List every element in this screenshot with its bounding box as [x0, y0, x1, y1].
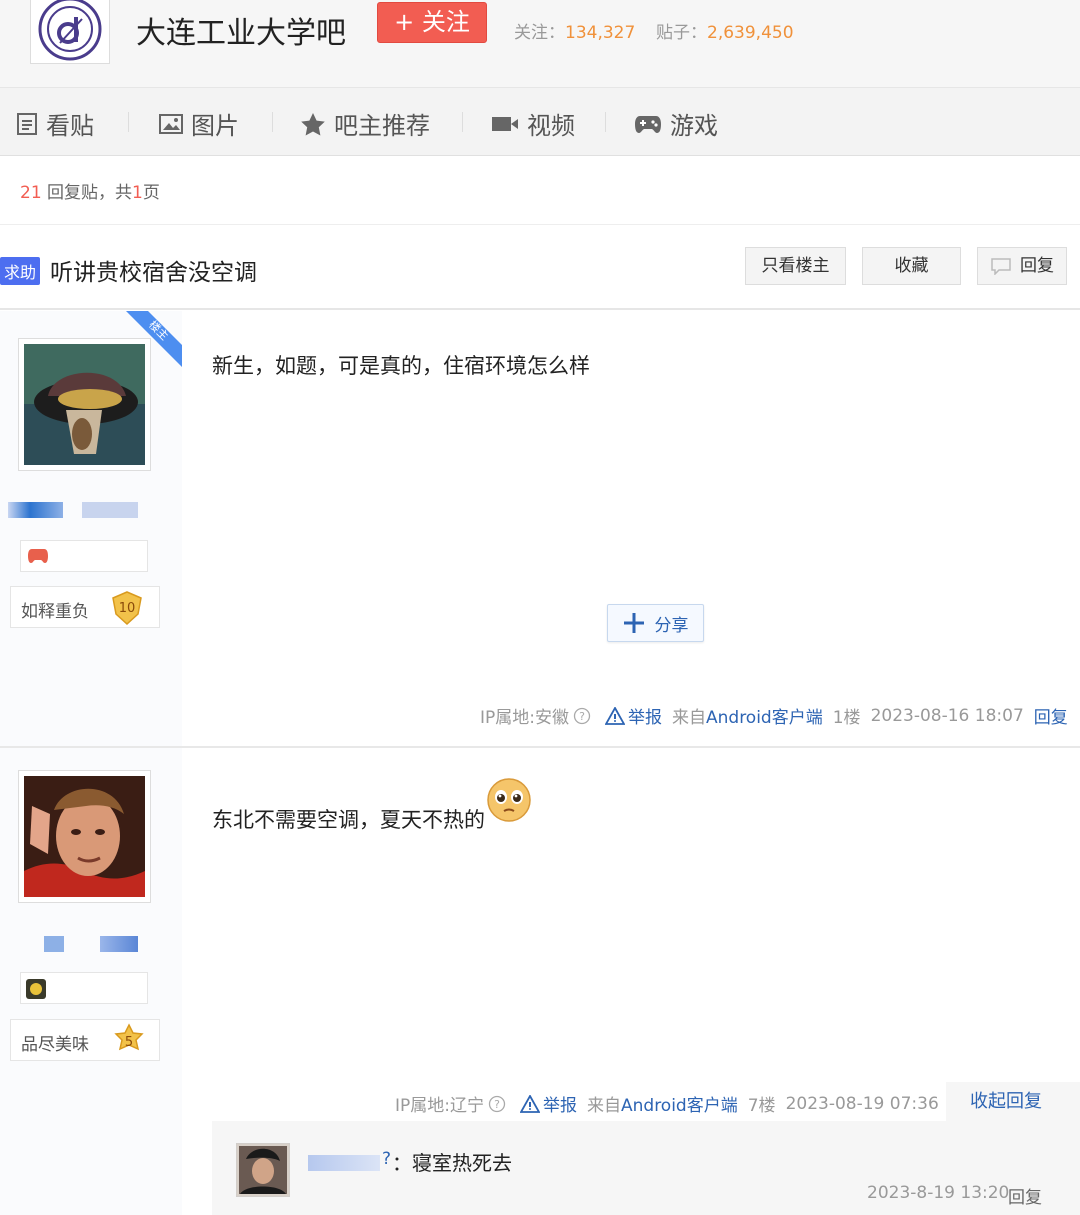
video-icon [492, 116, 518, 131]
post-1-meta: IP属地:安徽 ? 举报 来自 Android客户端 1楼 2023-08-16 … [480, 703, 1078, 729]
warning-icon [520, 1094, 540, 1113]
post-time: 2023-08-19 07:36 [785, 1093, 939, 1114]
post-1-level-box: 如释重负 10 [10, 586, 160, 628]
star-icon [301, 112, 325, 135]
image-icon [159, 113, 183, 134]
tab-games[interactable]: 游戏 [634, 106, 718, 141]
report-link[interactable]: 举报 [628, 703, 662, 728]
thread-header: 求助 听讲贵校宿舍没空调 只看楼主 收藏 回复 [0, 224, 1080, 310]
post-2-badge-box [20, 972, 148, 1004]
sub-reply-username-blurred[interactable] [308, 1155, 380, 1171]
source-link[interactable]: Android客户端 [621, 1091, 738, 1116]
post-1-reply-link[interactable]: 回复 [1034, 703, 1068, 728]
post-2-meta: IP属地:辽宁 ? 举报 来自 Android客户端 7楼 2023-08-19 … [395, 1091, 949, 1117]
post-time: 2023-08-16 18:07 [870, 705, 1024, 726]
posts-count: 2,639,450 [707, 23, 794, 43]
thread-title: 听讲贵校宿舍没空调 [50, 260, 257, 286]
reply-button[interactable]: 回复 [977, 247, 1067, 285]
tab-videos[interactable]: 视频 [491, 106, 575, 141]
tab-moderator-picks[interactable]: 吧主推荐 [300, 106, 430, 141]
collapse-replies-button[interactable]: 收起回复 [946, 1082, 1080, 1122]
floor-number: 1楼 [832, 708, 861, 728]
username-blurred-2 [82, 502, 138, 518]
document-icon [17, 112, 37, 135]
post-1-badge-box [20, 540, 148, 572]
sub-reply-reply-link[interactable]: 回复 [1008, 1183, 1042, 1208]
post-1-content: 新生，如题，可是真的，住宿环境怎么样 [212, 354, 590, 378]
help-tag: 求助 [0, 257, 41, 285]
followers-stat: 关注：134,327 [514, 23, 636, 43]
collect-button[interactable]: 收藏 [862, 247, 961, 285]
gamepad-icon [635, 115, 661, 133]
svg-text:?: ? [579, 710, 585, 723]
help-circle-icon[interactable]: ? [488, 1095, 506, 1113]
post-2-level-box: 品尽美味 5 [10, 1019, 160, 1061]
follow-button[interactable]: + 关注 [377, 2, 487, 43]
emoji-pleading-icon [487, 778, 531, 822]
svg-text:10: 10 [119, 601, 136, 616]
university-emblem-icon [38, 0, 102, 61]
username-blurred[interactable] [44, 936, 64, 952]
forum-nav: 看贴 图片 吧主推荐 视频 游戏 [0, 88, 1080, 156]
followers-count: 134,327 [565, 23, 636, 43]
forum-logo[interactable] [30, 0, 110, 64]
username-blurred[interactable] [8, 502, 63, 518]
sub-reply-avatar[interactable] [236, 1143, 290, 1197]
reply-summary: 21 回复贴，共1页 [20, 183, 160, 203]
share-button[interactable]: 分享 [607, 604, 704, 642]
sub-reply-time: 2023-8-19 13:20 [867, 1183, 1010, 1203]
level-badge-icon: 10 [112, 591, 142, 626]
source-link[interactable]: Android客户端 [706, 703, 823, 728]
svg-text:?: ? [494, 1098, 500, 1111]
post-2-avatar[interactable] [18, 770, 151, 903]
help-circle-icon[interactable]: ? [573, 707, 591, 725]
plus-icon [623, 613, 644, 633]
floor-number: 7楼 [747, 1096, 776, 1116]
avatar-image [24, 776, 145, 897]
sub-reply-panel: ? ：寝室热死去 2023-8-19 13:20 回复 [212, 1121, 1080, 1215]
post-1-avatar[interactable] [18, 338, 151, 471]
gamepad-badge-icon [28, 549, 48, 563]
svg-text:5: 5 [125, 1035, 133, 1050]
only-op-button[interactable]: 只看楼主 [745, 247, 846, 285]
avatar-image [24, 344, 145, 465]
username-blurred-2 [100, 936, 138, 952]
tab-posts[interactable]: 看贴 [16, 106, 94, 141]
forum-title: 大连工业大学吧 [136, 16, 346, 51]
post-2-content: 东北不需要空调，夏天不热的 [212, 808, 485, 832]
medal-badge-icon [26, 979, 46, 999]
posts-stat: 贴子：2,639,450 [656, 23, 794, 43]
level-badge-icon: 5 [114, 1023, 144, 1051]
report-link[interactable]: 举报 [543, 1091, 577, 1116]
forum-header: 大连工业大学吧 + 关注 关注：134,327 贴子：2,639,450 [0, 0, 1080, 88]
comment-icon [991, 258, 1011, 275]
warning-icon [605, 706, 625, 725]
tab-images[interactable]: 图片 [159, 106, 239, 141]
sub-reply-text: ：寝室热死去 [392, 1151, 512, 1175]
